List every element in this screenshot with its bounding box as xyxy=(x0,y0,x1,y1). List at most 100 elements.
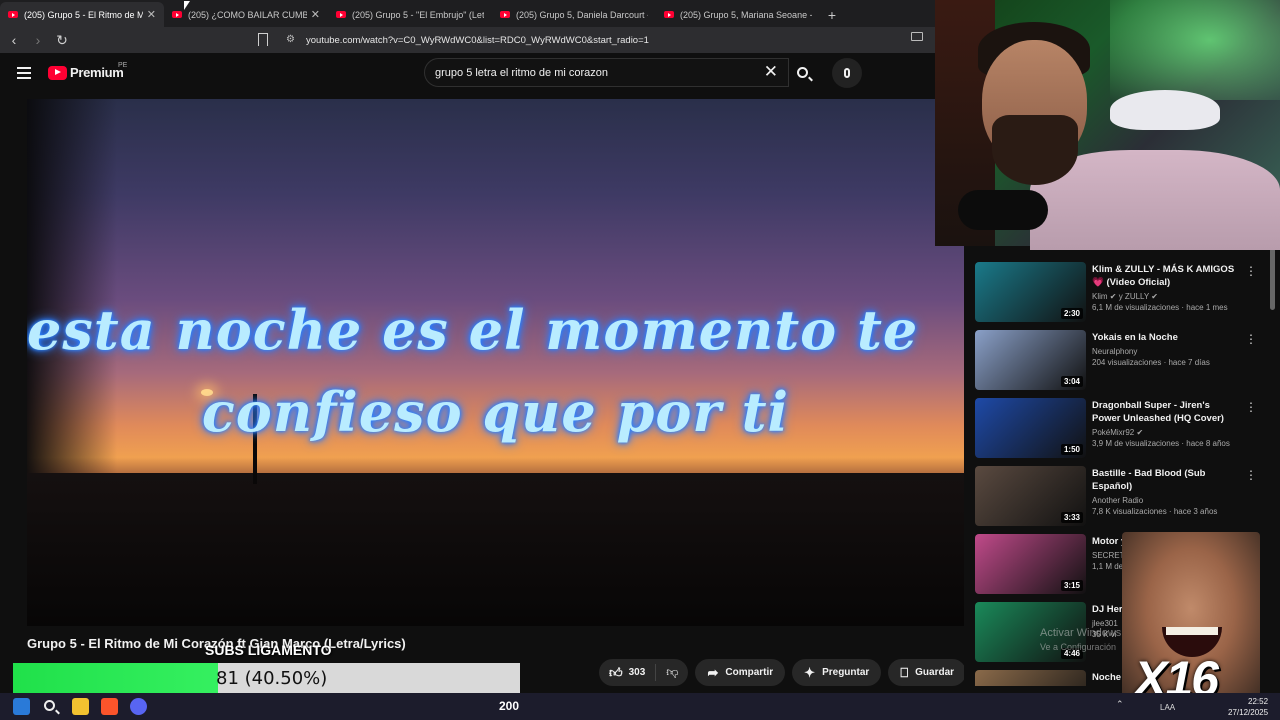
subs-goal-bar: 81 (40.50%) xyxy=(13,663,520,694)
address-bar[interactable]: ⚙ youtube.com/watch?v=C0_WyRWdWC0&list=R… xyxy=(280,30,930,50)
recommendation-info: Klim & ZULLY - MÁS K AMIGOS 💗 (Video Ofi… xyxy=(1092,263,1237,312)
screen: (205) Grupo 5 - El Ritmo de Mi C ✕ (205)… xyxy=(0,0,1280,720)
more-options-icon[interactable]: ⋮ xyxy=(1245,332,1257,346)
webcam-cap xyxy=(1110,90,1220,130)
recommendation-meta: 6,1 M de visualizaciones · hace 1 mes xyxy=(1092,303,1228,312)
region-code: PE xyxy=(118,62,128,69)
video-duration: 2:30 xyxy=(1060,308,1083,319)
brave-browser-icon[interactable] xyxy=(101,698,118,715)
bookmark-icon[interactable] xyxy=(258,33,268,46)
recommendation-item[interactable]: 2:30 Klim & ZULLY - MÁS K AMIGOS 💗 (Video… xyxy=(975,262,1275,322)
tab-title: (205) ¿COMO BAILAR CUMBI xyxy=(188,9,307,20)
lyrics-line: confieso que por ti xyxy=(201,380,790,444)
tab-close-icon[interactable]: ✕ xyxy=(311,8,320,21)
like-button[interactable]: 👍︎ 303 xyxy=(599,664,657,681)
clock-date: 27/12/2025 xyxy=(1228,708,1269,717)
meme-overlay: X16 xyxy=(1122,532,1260,702)
browser-tab[interactable]: (205) Grupo 5, Daniela Darcourt - Qu xyxy=(492,2,656,27)
search-icon xyxy=(796,67,808,78)
video-thumbnail[interactable]: 3:15 xyxy=(975,534,1086,594)
widgets-icon[interactable] xyxy=(13,698,30,715)
new-tab-button[interactable]: + xyxy=(820,2,844,27)
like-dislike-group: 👍︎ 303 👎︎ xyxy=(599,659,689,686)
share-button[interactable]: ➦ Compartir xyxy=(695,659,786,686)
recommendation-title[interactable]: Dragonball Super - Jiren's Power Unleash… xyxy=(1092,399,1237,425)
file-explorer-icon[interactable] xyxy=(72,698,89,715)
video-duration: 1:50 xyxy=(1060,444,1083,455)
watermark-line: Ve a Configuración xyxy=(1040,642,1117,652)
menu-icon[interactable] xyxy=(17,67,31,79)
recommendation-channel[interactable]: Neuralphony xyxy=(1092,347,1237,356)
video-player[interactable]: esta noche es el momento te confieso que… xyxy=(27,99,964,626)
browser-tab[interactable]: (205) Grupo 5 - El Ritmo de Mi C ✕ xyxy=(0,2,164,27)
watermark-line: Activar Windows xyxy=(1040,627,1122,639)
save-button[interactable]: ⎕ Guardar xyxy=(888,659,967,686)
subs-goal-text: 81 (40.50%) xyxy=(216,668,328,689)
search-button[interactable] xyxy=(789,58,815,87)
brand-label: Premium xyxy=(70,65,124,80)
youtube-logo[interactable]: Premium PE xyxy=(48,62,128,80)
voice-search-button[interactable] xyxy=(832,58,862,88)
recommendation-channel[interactable]: Another Radio xyxy=(1092,496,1237,505)
reload-icon[interactable]: ↻ xyxy=(52,32,72,49)
recommendation-info: Yokais en la Noche Neuralphony 204 visuali… xyxy=(1092,331,1237,367)
more-options-icon[interactable]: ⋮ xyxy=(1245,400,1257,414)
more-options-icon[interactable]: ⋮ xyxy=(1245,468,1257,482)
recommendation-info: Dragonball Super - Jiren's Power Unleash… xyxy=(1092,399,1237,448)
webcam-beard xyxy=(992,115,1078,185)
tray-chevron-icon[interactable]: ⌃ xyxy=(1116,699,1124,710)
input-language[interactable]: LAA xyxy=(1160,703,1175,712)
more-options-icon[interactable]: ⋮ xyxy=(1245,264,1257,278)
search-input[interactable]: grupo 5 letra el ritmo de mi corazon ✕ xyxy=(424,58,789,87)
video-thumbnail[interactable]: 1:50 xyxy=(975,398,1086,458)
recommendation-item[interactable]: 3:04 Yokais en la Noche Neuralphony 204 vis… xyxy=(975,330,1275,390)
recommendation-item[interactable]: 3:33 Bastille - Bad Blood (Sub Español) An… xyxy=(975,466,1275,526)
subs-goal-title: SUBS LIGAMENTO xyxy=(205,642,332,658)
like-count: 303 xyxy=(628,667,646,678)
video-thumbnail[interactable]: 3:33 xyxy=(975,466,1086,526)
browser-tabbar: (205) Grupo 5 - El Ritmo de Mi C ✕ (205)… xyxy=(0,0,935,27)
recommendation-title[interactable]: Bastille - Bad Blood (Sub Español) xyxy=(1092,467,1237,493)
sparkle-icon: ✦ xyxy=(804,664,816,680)
browser-tab[interactable]: (205) Grupo 5, Mariana Seoane - Alin xyxy=(656,2,820,27)
search-query: grupo 5 letra el ritmo de mi corazon xyxy=(435,66,609,79)
video-duration: 3:04 xyxy=(1060,376,1083,387)
sidebar-scrollbar[interactable] xyxy=(1270,248,1275,310)
video-thumbnail[interactable] xyxy=(975,670,1086,686)
youtube-favicon-icon xyxy=(8,11,18,18)
search-icon[interactable] xyxy=(42,698,59,715)
ask-button[interactable]: ✦ Preguntar xyxy=(792,659,882,686)
recommendation-channel[interactable]: PokéMixr92 ✔ xyxy=(1092,428,1237,437)
mouse-cursor-icon xyxy=(184,1,190,10)
thumbs-down-icon: 👎︎ xyxy=(666,665,679,679)
back-icon[interactable]: ‹ xyxy=(4,32,24,48)
activation-watermark: Activar Windows Ve a Configuración xyxy=(1040,626,1121,654)
recommendation-meta: 3,9 M de visualizaciones · hace 8 años xyxy=(1092,439,1230,448)
tab-title: (205) Grupo 5 - "El Embrujo" (Letra) xyxy=(352,9,484,20)
browser-navbar: ‹ › ↻ ⚙ youtube.com/watch?v=C0_WyRWdWC0&… xyxy=(0,27,935,53)
cast-icon[interactable] xyxy=(911,32,923,41)
site-info-icon[interactable]: ⚙ xyxy=(286,34,298,46)
recommendation-meta: 7,8 K visualizaciones · hace 3 años xyxy=(1092,507,1218,516)
tab-close-icon[interactable]: ✕ xyxy=(147,8,156,21)
discord-icon[interactable] xyxy=(130,698,147,715)
recommendation-info: Bastille - Bad Blood (Sub Español) Anothe… xyxy=(1092,467,1237,516)
system-clock[interactable]: 22:52 27/12/2025 xyxy=(1228,696,1268,718)
dislike-button[interactable]: 👎︎ xyxy=(656,665,688,680)
youtube-favicon-icon xyxy=(336,11,346,18)
recommendation-title[interactable]: Yokais en la Noche xyxy=(1092,331,1237,344)
browser-tab[interactable]: (205) Grupo 5 - "El Embrujo" (Letra) xyxy=(328,2,492,27)
youtube-favicon-icon xyxy=(500,11,510,18)
video-actions: 👍︎ 303 👎︎ ➦ Compartir ✦ Preguntar ⎕ Guar… xyxy=(599,659,1001,686)
lyrics-overlay: esta noche es el momento te confieso que… xyxy=(27,289,964,453)
recommendation-item[interactable]: 1:50 Dragonball Super - Jiren's Power Unl… xyxy=(975,398,1275,458)
lyrics-line: esta noche es el momento te xyxy=(27,298,919,362)
share-icon: ➦ xyxy=(707,664,719,680)
recommendation-channel[interactable]: Klim ✔ y ZULLY ✔ xyxy=(1092,292,1237,301)
video-thumbnail[interactable]: 2:30 xyxy=(975,262,1086,322)
forward-icon[interactable]: › xyxy=(28,32,48,48)
youtube-favicon-icon xyxy=(172,11,182,18)
recommendation-title[interactable]: Klim & ZULLY - MÁS K AMIGOS 💗 (Video Ofi… xyxy=(1092,263,1237,289)
clear-search-icon[interactable]: ✕ xyxy=(764,62,778,82)
video-thumbnail[interactable]: 3:04 xyxy=(975,330,1086,390)
